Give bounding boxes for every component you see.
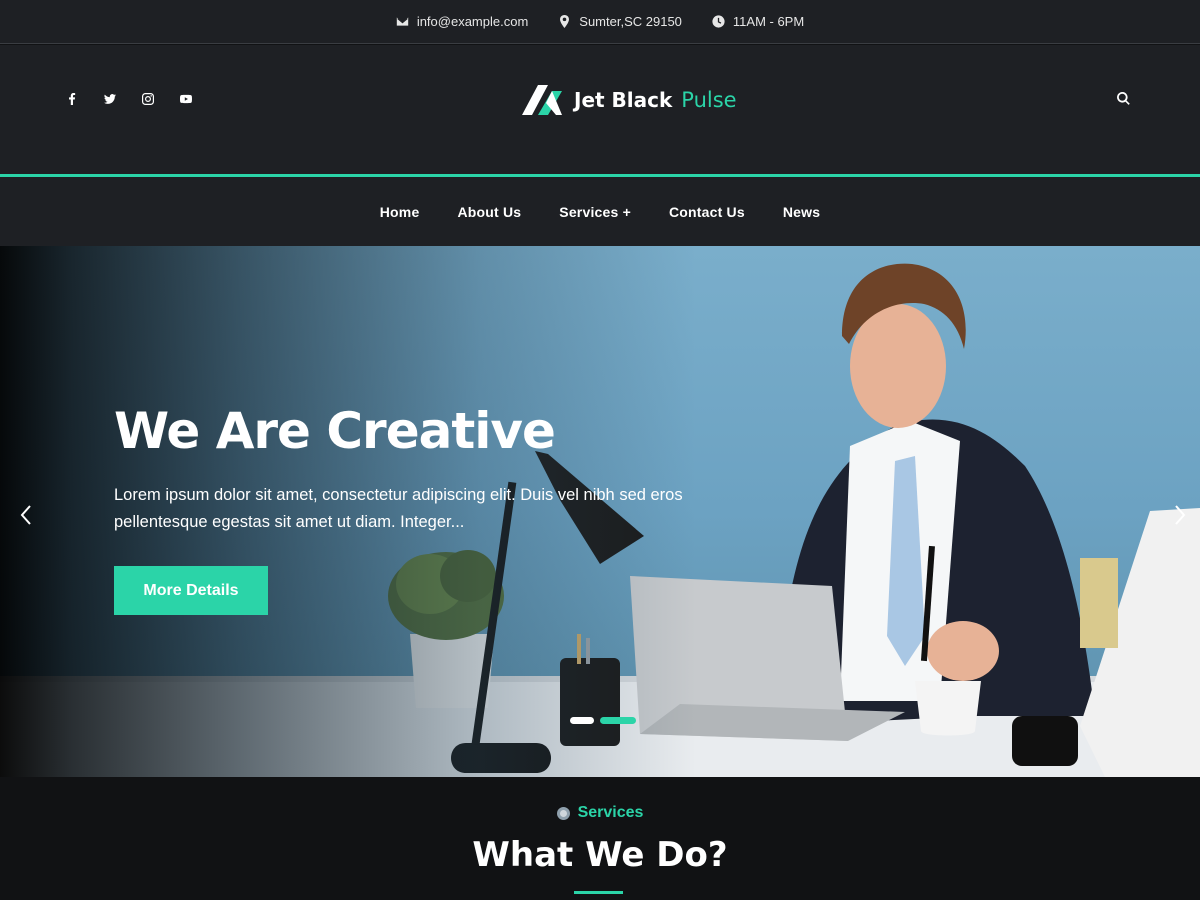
email-info[interactable]: info@example.com (396, 14, 528, 29)
nav-item-services[interactable]: Services + (559, 204, 631, 220)
map-pin-icon (560, 15, 570, 28)
facebook-icon[interactable] (66, 93, 78, 105)
clock-icon (712, 15, 725, 28)
bullet-icon (556, 806, 570, 820)
social-links (66, 93, 192, 105)
more-details-button[interactable]: More Details (114, 566, 268, 615)
hero-description: Lorem ipsum dolor sit amet, consectetur … (114, 486, 683, 531)
slider-dot[interactable] (570, 717, 594, 724)
address-info: Sumter,SC 29150 (558, 14, 682, 29)
instagram-icon[interactable] (142, 93, 154, 105)
logo-mark-icon (522, 85, 562, 115)
logo-text-secondary: Pulse (681, 88, 737, 112)
section-title: What We Do? (472, 835, 728, 875)
section-tag: Services (0, 804, 1200, 822)
hero-slider: We Are Creative Lorem ipsum dolor sit am… (0, 246, 1200, 777)
nav-item-home[interactable]: Home (380, 204, 420, 220)
chevron-left-icon[interactable] (19, 504, 33, 526)
twitter-icon[interactable] (104, 93, 116, 105)
hours-text: 11AM - 6PM (732, 14, 805, 29)
hero-title: We Are Creative (114, 402, 556, 460)
site-header: Jet Black Pulse (0, 45, 1200, 174)
envelope-icon (396, 17, 408, 26)
email-text[interactable]: info@example.com (417, 14, 528, 29)
slider-dot-active[interactable] (600, 717, 636, 724)
hours-info: 11AM - 6PM (712, 14, 804, 29)
site-logo[interactable]: Jet Black Pulse (522, 83, 737, 117)
nav-item-contact-us[interactable]: Contact Us (669, 204, 745, 220)
address-text: Sumter,SC 29150 (579, 14, 682, 29)
youtube-icon[interactable] (180, 93, 192, 105)
section-title-underline (574, 891, 623, 894)
nav-item-about-us[interactable]: About Us (457, 204, 521, 220)
slider-pagination (570, 717, 636, 724)
services-section: Services What We Do? (0, 777, 1200, 900)
nav-item-news[interactable]: News (783, 204, 820, 220)
main-navigation: Home About Us Services + Contact Us News (0, 177, 1200, 246)
chevron-right-icon[interactable] (1173, 504, 1187, 526)
search-icon[interactable] (1117, 92, 1131, 106)
top-info-bar: info@example.com Sumter,SC 29150 11AM - … (0, 0, 1200, 44)
logo-text-primary: Jet Black (574, 88, 673, 112)
section-tag-label: Services (577, 804, 644, 821)
